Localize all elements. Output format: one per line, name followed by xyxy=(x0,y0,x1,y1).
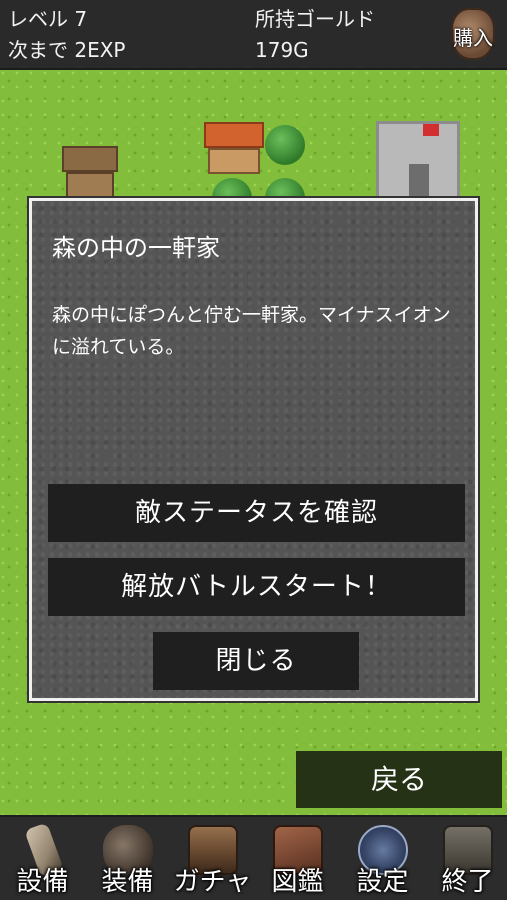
castle-icon[interactable] xyxy=(376,121,460,199)
nav-settings[interactable]: 設定 xyxy=(340,817,425,900)
level-label: レベル 7 xyxy=(8,7,88,31)
nav-gacha[interactable]: ガチャ xyxy=(170,817,255,900)
nav-equipment-facility[interactable]: 設備 xyxy=(0,817,85,900)
nav-gear[interactable]: 装備 xyxy=(85,817,170,900)
view-enemy-status-button[interactable]: 敵ステータスを確認 xyxy=(48,484,465,542)
nav-quit[interactable]: 終了 xyxy=(425,817,507,900)
status-bar: レベル 7 次まで 2EXP 所持ゴールド 179G 購入 xyxy=(0,0,507,70)
castle-door xyxy=(409,164,429,198)
nav-label: 設備 xyxy=(16,867,69,897)
dialog-title: 森の中の一軒家 xyxy=(52,234,220,262)
nav-label: 設定 xyxy=(356,867,409,897)
close-button[interactable]: 閉じる xyxy=(153,632,359,690)
nav-label: 図鑑 xyxy=(271,867,324,897)
gold-label: 所持ゴールド xyxy=(255,7,375,31)
location-dialog: 森の中の一軒家 森の中にぽつんと佇む一軒家。マイナスイオンに溢れている。 敵ステ… xyxy=(29,198,478,701)
start-battle-button[interactable]: 解放バトルスタート！ xyxy=(48,558,465,616)
next-exp-label: 次まで 2EXP xyxy=(8,38,126,62)
buy-button[interactable]: 購入 xyxy=(445,4,501,64)
red-roof-house-icon[interactable] xyxy=(204,122,264,174)
flag-icon xyxy=(423,124,439,136)
wooden-house-icon[interactable] xyxy=(62,146,118,198)
nav-label: 装備 xyxy=(101,867,154,897)
back-button[interactable]: 戻る xyxy=(296,751,502,808)
nav-encyclopedia[interactable]: 図鑑 xyxy=(255,817,340,900)
nav-label: 終了 xyxy=(441,867,494,897)
buy-button-label: 購入 xyxy=(453,26,493,50)
dialog-description: 森の中にぽつんと佇む一軒家。マイナスイオンに溢れている。 xyxy=(52,304,451,358)
bottom-nav: 設備 装備 ガチャ 図鑑 設定 終了 xyxy=(0,815,507,900)
nav-label: ガチャ xyxy=(173,867,252,897)
tree-icon xyxy=(265,125,305,165)
gold-value: 179G xyxy=(255,38,309,62)
